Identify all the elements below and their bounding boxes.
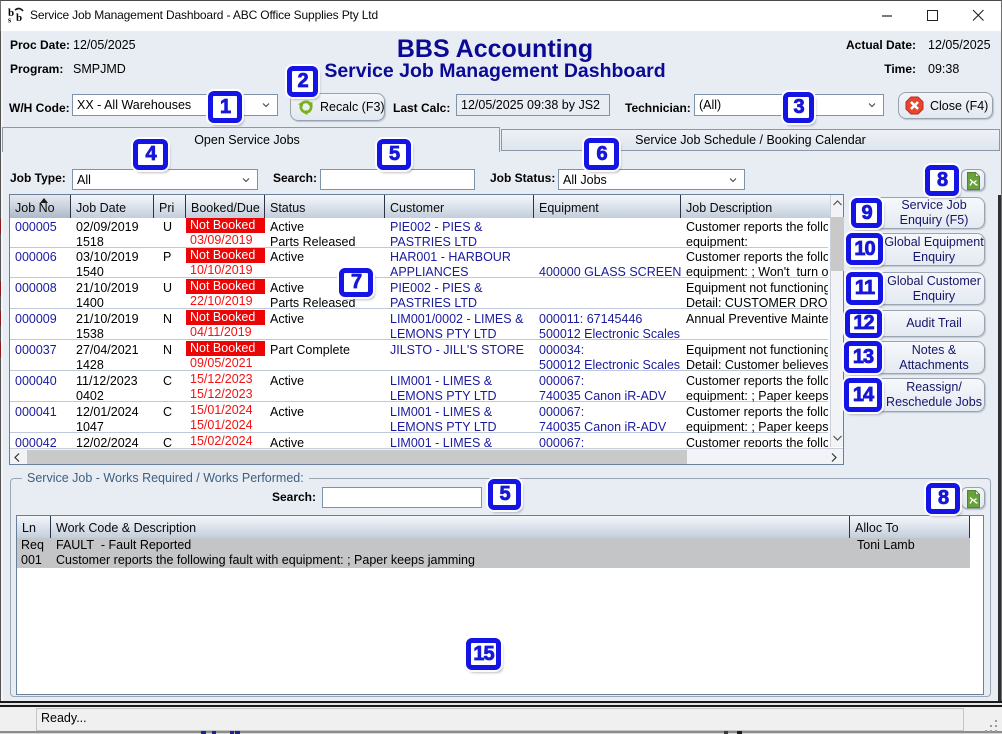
svg-text:s: s: [8, 16, 11, 25]
svg-text:b: b: [16, 12, 22, 24]
